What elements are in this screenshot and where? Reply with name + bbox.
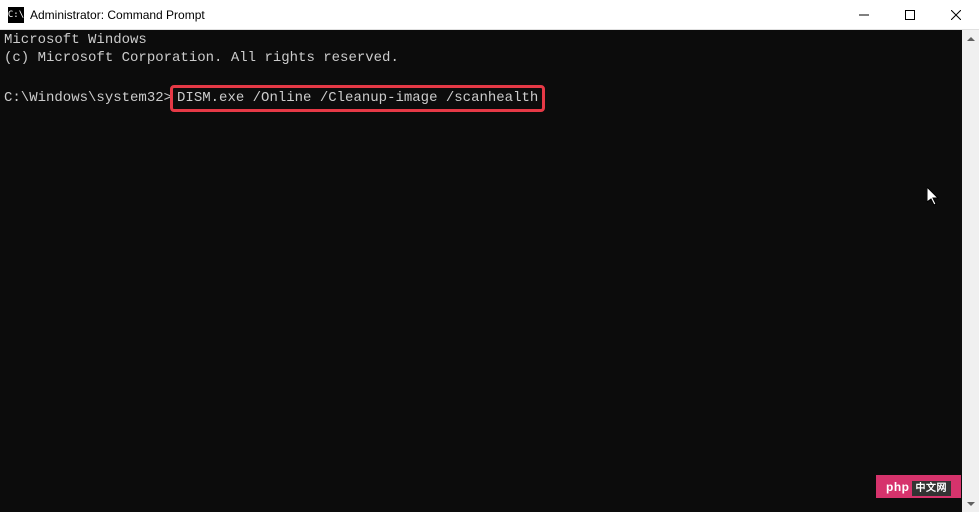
window-controls [841, 0, 979, 29]
window-title: Administrator: Command Prompt [30, 8, 841, 22]
chevron-up-icon [967, 37, 975, 41]
banner-line-1: Microsoft Windows [4, 32, 147, 48]
app-icon-label: C:\ [8, 10, 24, 20]
close-icon [951, 10, 961, 20]
chevron-down-icon [967, 502, 975, 506]
terminal-output[interactable]: Microsoft Windows (c) Microsoft Corporat… [0, 30, 962, 512]
close-button[interactable] [933, 0, 979, 30]
command-text: DISM.exe /Online /Cleanup-image /scanhea… [177, 90, 538, 106]
maximize-button[interactable] [887, 0, 933, 30]
minimize-button[interactable] [841, 0, 887, 30]
vertical-scrollbar[interactable] [962, 30, 979, 512]
prompt-text: C:\Windows\system32> [4, 90, 172, 106]
watermark-text: php [886, 480, 910, 494]
titlebar[interactable]: C:\ Administrator: Command Prompt [0, 0, 979, 30]
minimize-icon [859, 10, 869, 20]
watermark-suffix: 中文网 [912, 481, 952, 496]
watermark-badge: php中文网 [876, 475, 961, 498]
scroll-down-button[interactable] [962, 495, 979, 512]
scroll-up-button[interactable] [962, 30, 979, 47]
maximize-icon [905, 10, 915, 20]
command-highlight: DISM.exe /Online /Cleanup-image /scanhea… [170, 85, 545, 113]
app-icon: C:\ [8, 7, 24, 23]
terminal-area: Microsoft Windows (c) Microsoft Corporat… [0, 30, 979, 512]
command-prompt-window: C:\ Administrator: Command Prompt Micros… [0, 0, 979, 512]
prompt-line: C:\Windows\system32> DISM.exe /Online /Cl… [4, 90, 545, 106]
banner-line-2: (c) Microsoft Corporation. All rights re… [4, 50, 399, 66]
scroll-track[interactable] [962, 47, 979, 495]
